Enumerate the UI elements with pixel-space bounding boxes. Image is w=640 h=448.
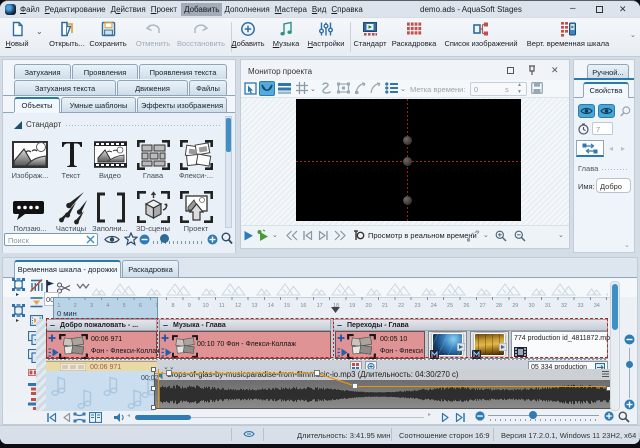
svg-text:25: 25 <box>447 303 453 309</box>
svg-text:33: 33 <box>577 303 583 309</box>
svg-text:13: 13 <box>251 303 257 309</box>
svg-text:14: 14 <box>268 303 274 309</box>
svg-text:21: 21 <box>382 303 388 309</box>
svg-text:3: 3 <box>90 303 93 309</box>
svg-text:23: 23 <box>414 303 420 309</box>
svg-text:24: 24 <box>431 303 437 309</box>
svg-text:15: 15 <box>284 303 290 309</box>
svg-text:1: 1 <box>57 303 60 309</box>
svg-text:30: 30 <box>529 303 535 309</box>
svg-text:26: 26 <box>463 303 469 309</box>
svg-text:10: 10 <box>203 303 209 309</box>
svg-text:12: 12 <box>235 303 241 309</box>
svg-text:27: 27 <box>480 303 486 309</box>
svg-text:29: 29 <box>512 303 518 309</box>
svg-text:31: 31 <box>545 303 551 309</box>
svg-text:9: 9 <box>188 303 191 309</box>
svg-text:11: 11 <box>219 303 225 309</box>
svg-text:4: 4 <box>106 303 109 309</box>
svg-text:2: 2 <box>74 303 77 309</box>
svg-text:8: 8 <box>171 303 174 309</box>
svg-text:32: 32 <box>561 303 567 309</box>
svg-text:5: 5 <box>123 303 126 309</box>
svg-text:19: 19 <box>349 303 355 309</box>
svg-text:7: 7 <box>155 303 158 309</box>
svg-text:6: 6 <box>139 303 142 309</box>
svg-text:20: 20 <box>366 303 372 309</box>
svg-text:17: 17 <box>317 303 323 309</box>
svg-text:34: 34 <box>594 303 600 309</box>
svg-text:16: 16 <box>300 303 306 309</box>
svg-text:22: 22 <box>398 303 404 309</box>
svg-text:28: 28 <box>496 303 502 309</box>
